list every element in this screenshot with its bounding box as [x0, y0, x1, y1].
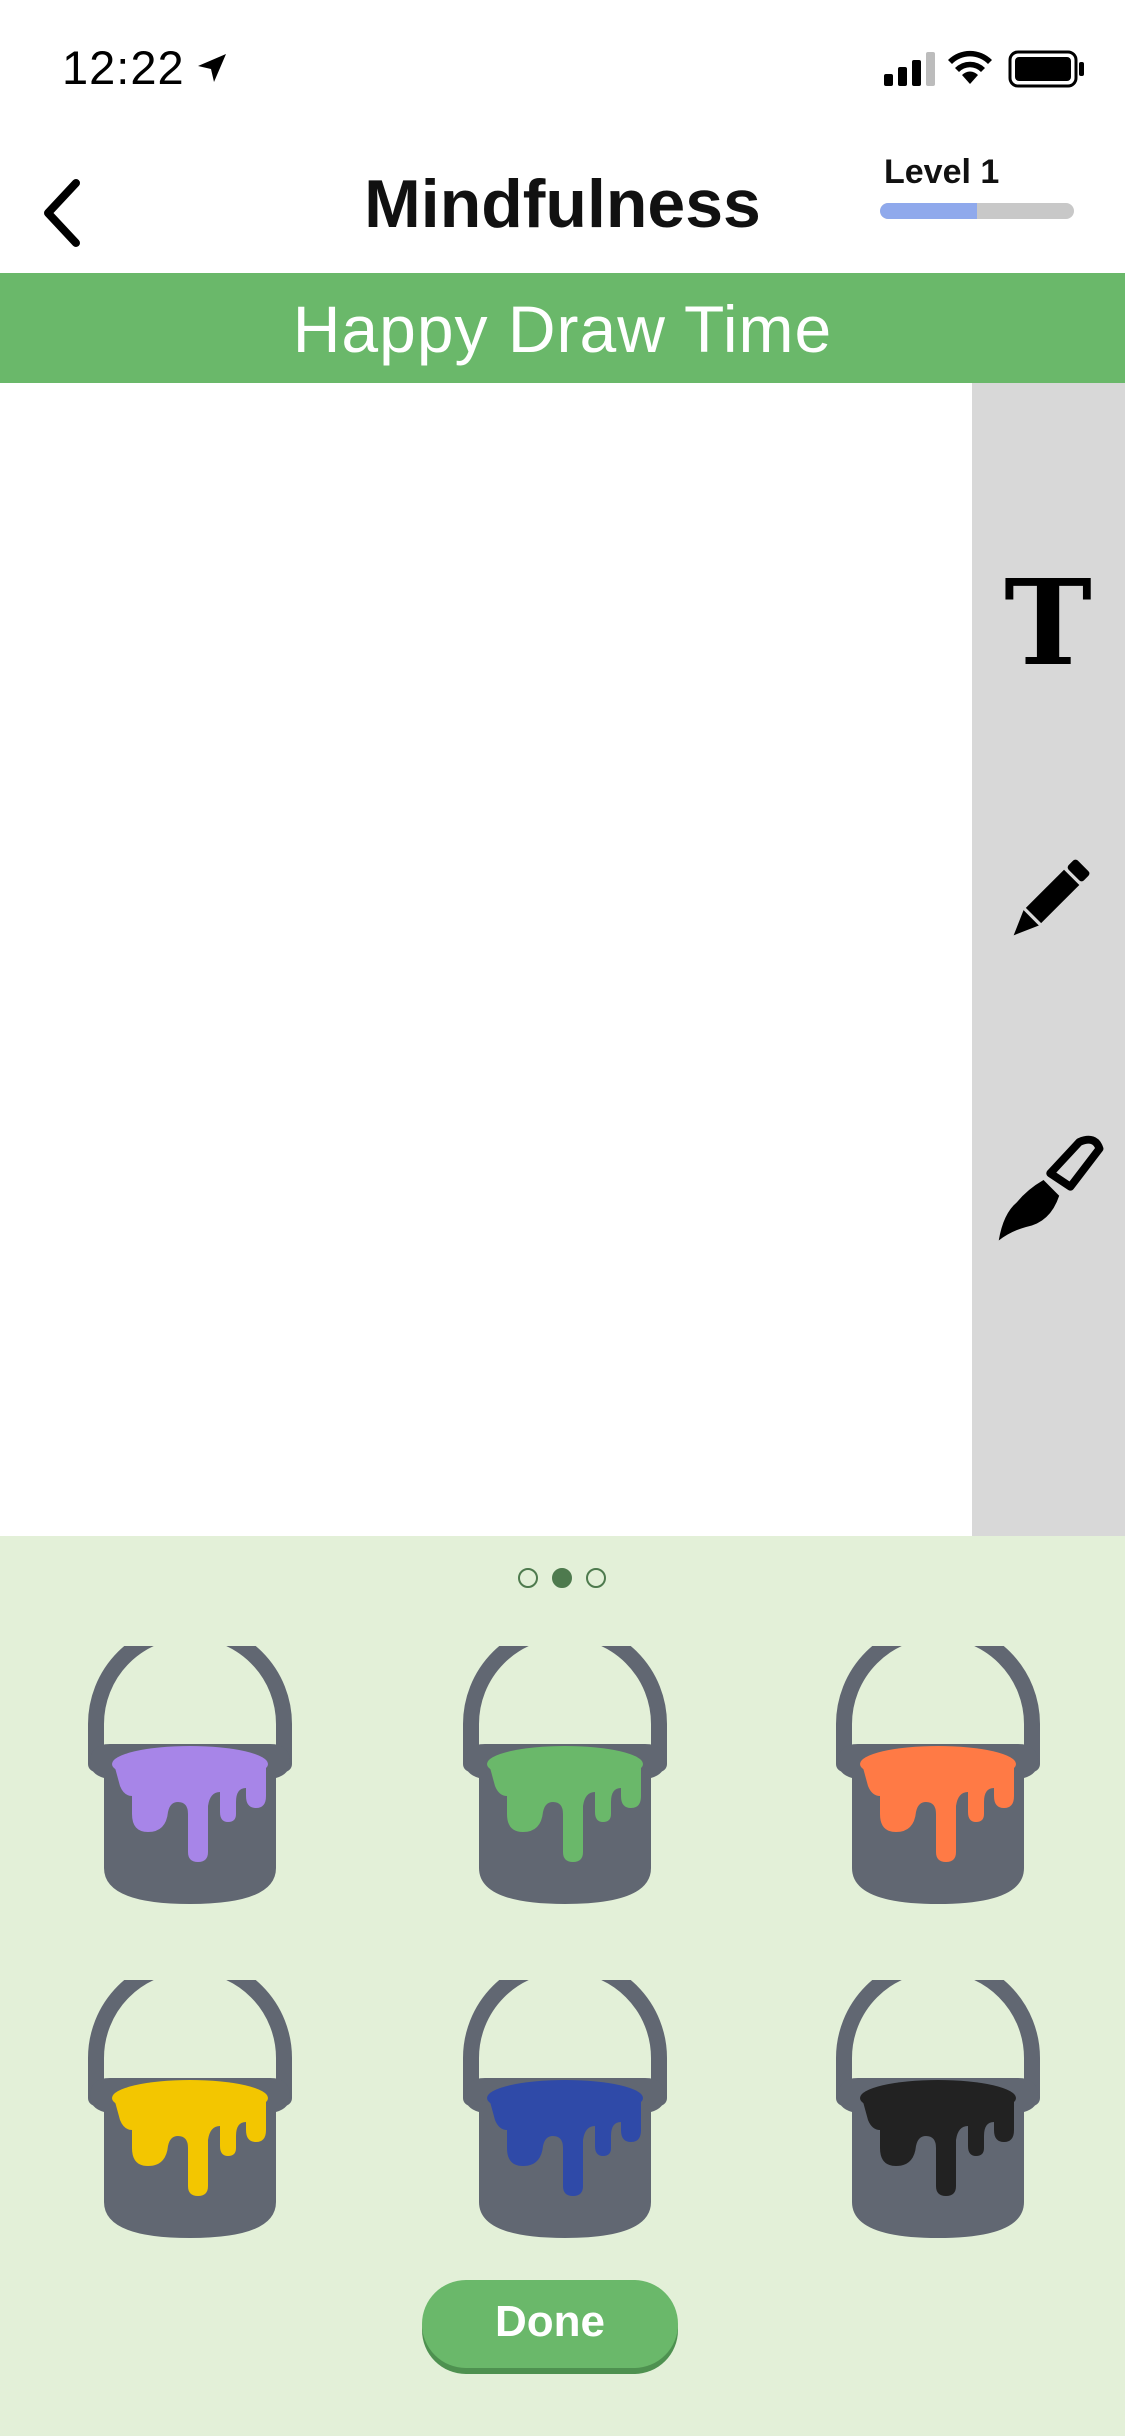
- page-dot[interactable]: [586, 1568, 606, 1588]
- status-time: 12:22: [62, 41, 185, 94]
- level-progress-fill: [880, 203, 977, 219]
- brush-icon[interactable]: [992, 1133, 1104, 1245]
- paint-bucket-purple[interactable]: [80, 1622, 300, 1906]
- color-palette: Done: [0, 1536, 1125, 2436]
- page-indicator: [518, 1568, 606, 1592]
- cellular-signal-icon: [884, 52, 935, 86]
- level-progress-bar: [880, 203, 1074, 219]
- wifi-icon: [948, 50, 992, 84]
- banner-title: Happy Draw Time: [292, 292, 833, 366]
- paint-bucket-black[interactable]: [828, 1956, 1048, 2240]
- activity-banner: Happy Draw Time: [0, 273, 1125, 383]
- location-arrow-icon: [198, 54, 226, 82]
- paint-bucket-blue[interactable]: [455, 1956, 675, 2240]
- status-bar: 12:22: [0, 0, 1125, 135]
- nav-bar: Mindfulness Level 1: [0, 135, 1125, 273]
- paint-bucket-orange[interactable]: [828, 1622, 1048, 1906]
- pencil-icon[interactable]: [992, 845, 1104, 957]
- battery-icon: [1008, 50, 1084, 88]
- drawing-canvas[interactable]: [0, 383, 972, 1536]
- tool-strip: T: [972, 383, 1125, 1536]
- text-tool-icon[interactable]: T: [992, 564, 1104, 682]
- page-dot[interactable]: [518, 1568, 538, 1588]
- done-button[interactable]: Done: [422, 2280, 678, 2368]
- level-label: Level 1: [884, 153, 1000, 191]
- paint-bucket-yellow[interactable]: [80, 1956, 300, 2240]
- page-dot[interactable]: [552, 1568, 572, 1588]
- paint-bucket-green[interactable]: [455, 1622, 675, 1906]
